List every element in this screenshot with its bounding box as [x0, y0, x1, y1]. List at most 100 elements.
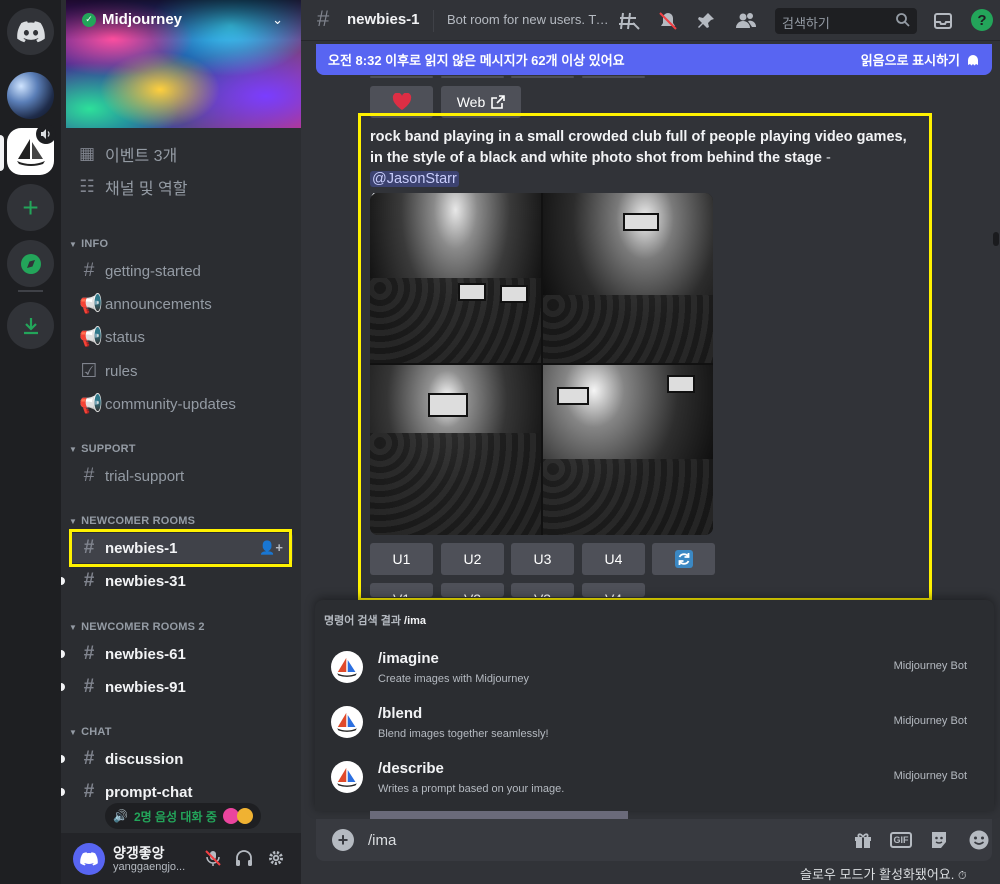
- rules-icon: ☑: [80, 360, 98, 382]
- reroll-button[interactable]: [652, 543, 715, 575]
- variation-4-button[interactable]: V4: [582, 583, 645, 597]
- voice-activity-pill[interactable]: 🔊 2명 음성 대화 중: [105, 803, 261, 829]
- external-link-icon: [491, 95, 506, 109]
- avatar: [236, 808, 253, 824]
- hash-icon: #: [83, 260, 95, 281]
- scrollbar[interactable]: [993, 232, 999, 246]
- upscale-4-button[interactable]: U4: [582, 543, 645, 575]
- unread-indicator: [61, 683, 65, 691]
- user-panel: 양갱좋앙 yanggaengjo...: [61, 833, 301, 884]
- home-button[interactable]: [7, 8, 54, 55]
- user-display-name[interactable]: 양갱좋앙: [113, 843, 165, 863]
- search-input[interactable]: 검색하기: [775, 8, 917, 34]
- sailboat-icon: [337, 767, 357, 787]
- megaphone-icon: 📢: [79, 294, 103, 315]
- attach-plus-icon[interactable]: +: [332, 829, 354, 851]
- generated-image-3[interactable]: [370, 365, 541, 535]
- unread-indicator: [61, 650, 65, 658]
- channel-browse-icon: ☷: [79, 177, 95, 196]
- user-mention[interactable]: @JasonStarr: [370, 171, 459, 187]
- command-name: /blend: [378, 705, 423, 722]
- generated-image-2[interactable]: [542, 193, 713, 363]
- channel-newbies-91[interactable]: # newbies-91: [69, 672, 293, 702]
- channels-roles-row[interactable]: ☷ 채널 및 역할: [77, 172, 187, 202]
- gift-icon[interactable]: [851, 828, 875, 852]
- upscale-1-button[interactable]: U1: [370, 543, 433, 575]
- channel-getting-started[interactable]: # getting-started: [69, 256, 293, 286]
- calendar-icon: ▦: [78, 144, 96, 163]
- gear-icon[interactable]: [265, 847, 287, 869]
- server-banner[interactable]: ✓ Midjourney ⌄: [66, 0, 301, 128]
- user-tag: yanggaengjo...: [113, 861, 186, 873]
- mute-mic-icon[interactable]: [202, 847, 224, 869]
- message-input[interactable]: [368, 827, 828, 853]
- speaker-icon: [36, 124, 56, 144]
- server-icon-galaxy[interactable]: [7, 72, 54, 119]
- channel-community-updates[interactable]: 📢 community-updates: [69, 389, 293, 419]
- help-icon[interactable]: ?: [971, 9, 993, 31]
- generated-image-4[interactable]: [542, 365, 713, 535]
- headphones-icon[interactable]: [233, 847, 255, 869]
- sticker-icon[interactable]: [927, 828, 951, 852]
- download-apps-button[interactable]: [7, 302, 54, 349]
- threads-icon[interactable]: [617, 9, 641, 33]
- variation-2-button[interactable]: V2: [441, 583, 504, 597]
- command-source: Midjourney Bot: [893, 715, 967, 727]
- channel-topic[interactable]: Bot room for new users. Type /imagine to…: [447, 12, 609, 27]
- search-query: /ima: [404, 615, 427, 627]
- member-list-icon[interactable]: [734, 9, 758, 33]
- megaphone-icon: 📢: [79, 327, 103, 348]
- notification-muted-icon[interactable]: [656, 9, 680, 33]
- upscale-2-button[interactable]: U2: [441, 543, 504, 575]
- category-newcomer-rooms[interactable]: ▼ NEWCOMER ROOMS: [69, 515, 195, 527]
- verified-icon: ✓: [82, 12, 96, 27]
- command-name: /describe: [378, 760, 444, 777]
- prev-button-row: [582, 76, 645, 78]
- pin-icon[interactable]: [694, 9, 718, 33]
- channel-announcements[interactable]: 📢 announcements: [69, 289, 293, 319]
- category-info[interactable]: ▼ INFO: [69, 238, 108, 250]
- prev-button-row: [370, 76, 433, 78]
- gif-icon[interactable]: GIF: [890, 832, 912, 848]
- variation-3-button[interactable]: V3: [511, 583, 574, 597]
- command-item-blend[interactable]: /blend Blend images together seamlessly!…: [315, 695, 994, 749]
- category-newcomer-rooms-2[interactable]: ▼ NEWCOMER ROOMS 2: [69, 621, 205, 633]
- channel-trial-support[interactable]: # trial-support: [69, 461, 293, 491]
- rail-divider: [18, 290, 43, 292]
- mark-as-read-button[interactable]: 읽음으로 표시하기: [861, 50, 980, 69]
- new-messages-bar[interactable]: 오전 8:32 이후로 읽지 않은 메시지가 62개 이상 있어요 읽음으로 표…: [316, 44, 992, 75]
- emoji-icon[interactable]: [967, 828, 991, 852]
- channel-discussion[interactable]: # discussion: [69, 744, 293, 774]
- inbox-icon[interactable]: [931, 9, 955, 33]
- chevron-down-icon[interactable]: ⌄: [272, 12, 283, 28]
- highlight-box-channel: [69, 529, 292, 567]
- channel-newbies-31[interactable]: # newbies-31: [69, 566, 293, 596]
- bot-avatar: [331, 651, 363, 683]
- server-header[interactable]: ✓ Midjourney: [82, 11, 182, 28]
- search-icon: [895, 12, 911, 31]
- command-autocomplete-popup: 명령어 검색 결과 /ima /imagine Create images wi…: [315, 600, 994, 811]
- message-composer: + GIF: [316, 819, 992, 861]
- avatar[interactable]: [73, 843, 105, 875]
- unread-indicator: [61, 577, 65, 585]
- mark-read-icon: [968, 54, 978, 65]
- search-placeholder: 검색하기: [782, 16, 830, 31]
- variation-1-button[interactable]: V1: [370, 583, 433, 597]
- explore-servers-button[interactable]: [7, 240, 54, 287]
- events-row[interactable]: ▦ 이벤트 3개: [77, 139, 177, 169]
- command-item-describe[interactable]: /describe Writes a prompt based on your …: [315, 750, 994, 804]
- generated-image-1[interactable]: [370, 193, 541, 363]
- add-server-button[interactable]: +: [7, 184, 54, 231]
- image-grid[interactable]: [370, 193, 713, 535]
- compass-icon: [20, 253, 41, 274]
- command-item-imagine[interactable]: /imagine Create images with Midjourney M…: [315, 640, 994, 694]
- category-support[interactable]: ▼ SUPPORT: [69, 443, 136, 455]
- hash-icon: #: [83, 465, 95, 486]
- web-link-label: Web: [456, 94, 486, 110]
- channel-rules[interactable]: ☑ rules: [69, 356, 293, 386]
- channel-newbies-61[interactable]: # newbies-61: [69, 639, 293, 669]
- channel-status[interactable]: 📢 status: [69, 322, 293, 352]
- upscale-3-button[interactable]: U3: [511, 543, 574, 575]
- speaker-icon: 🔊: [113, 809, 128, 823]
- category-chat[interactable]: ▼ CHAT: [69, 726, 112, 738]
